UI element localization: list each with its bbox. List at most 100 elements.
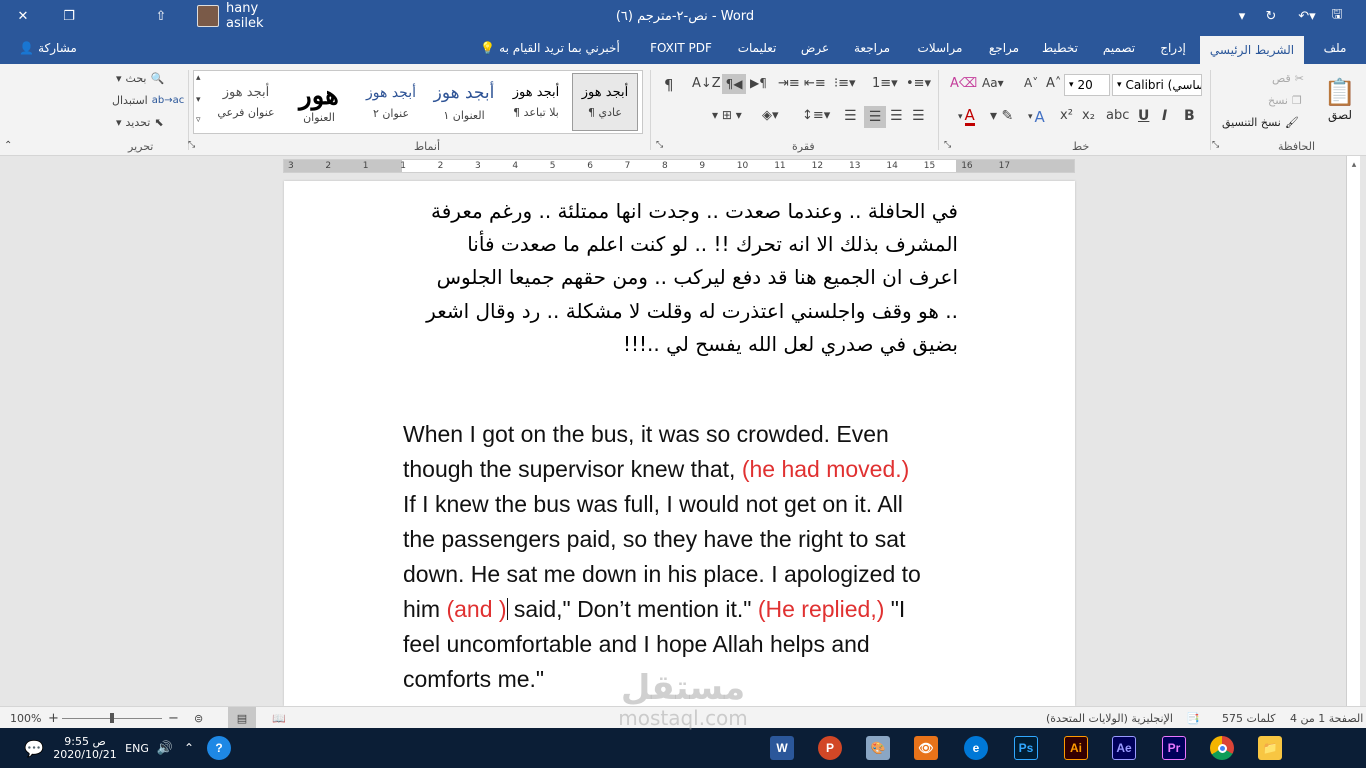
word-count[interactable]: 575 كلمات [1222, 707, 1275, 729]
line-spacing-icon[interactable]: ↕≡▾ [802, 108, 830, 123]
arabic-line-1[interactable]: في الحافلة .. وعندما صعدت .. وجدت انها م… [431, 199, 958, 223]
english-line-4[interactable]: the passengers paid, so they have the ri… [403, 526, 906, 553]
language-status[interactable]: الإنجليزية (الولايات المتحدة) [1046, 707, 1173, 729]
styles-dialog-launcher-icon[interactable]: ⤡ [188, 140, 195, 150]
show-marks-button[interactable]: ¶ [664, 76, 674, 94]
arabic-line-5[interactable]: بضيق في صدري لعل الله يفسح لي ..!!! [623, 332, 958, 356]
increase-indent-icon[interactable]: ⇥≡ [778, 76, 800, 91]
english-line-8[interactable]: comforts me." [403, 666, 544, 693]
zoom-slider[interactable] [62, 707, 162, 729]
save-icon[interactable]: 🖫 [1324, 0, 1350, 32]
italic-button[interactable]: I [1162, 108, 1167, 124]
strikethrough-icon[interactable]: abc [1106, 108, 1129, 123]
tab-mailings[interactable]: مراسلات [908, 32, 972, 64]
superscript-button[interactable]: x² [1060, 108, 1073, 123]
tab-foxit[interactable]: FOXIT PDF [644, 32, 718, 64]
tab-references[interactable]: مراجع [980, 32, 1028, 64]
clipboard-dialog-launcher-icon[interactable]: ⤡ [1212, 140, 1219, 150]
after-effects-app-icon[interactable]: Ae [1108, 732, 1140, 764]
tab-view[interactable]: عرض [794, 32, 836, 64]
sort-icon[interactable]: A↓Z [692, 76, 721, 91]
focus-mode-icon[interactable]: ⊜ [194, 707, 203, 729]
zoom-out-icon[interactable]: − [168, 707, 179, 729]
zoom-level[interactable]: 100% [10, 707, 41, 729]
notification-icon[interactable]: 💬 [20, 732, 48, 764]
bold-button[interactable]: B [1184, 108, 1195, 124]
bullets-icon[interactable]: •≡▾ [906, 76, 931, 91]
scroll-up-icon[interactable]: ▴ [1348, 160, 1360, 172]
highlight-icon[interactable]: ▾ ✎ [990, 108, 1013, 124]
cut-button[interactable]: قص ✂ [1272, 72, 1304, 85]
english-line-5[interactable]: down. He sat me down in his place. I apo… [403, 561, 921, 588]
select-button[interactable]: ▾ تحديد ⬉ [116, 116, 164, 129]
english-line-1[interactable]: When I got on the bus, it was so crowded… [403, 421, 889, 448]
zoom-in-icon[interactable]: + [48, 707, 59, 729]
share-button[interactable]: 👤 مشاركة [8, 32, 88, 64]
underline-button[interactable]: U [1138, 108, 1149, 124]
powerpoint-app-icon[interactable]: P [814, 732, 846, 764]
font-color-button[interactable]: ▾ A [958, 108, 975, 126]
clock[interactable]: 9:55 ص 2020/10/21 [53, 732, 116, 764]
user-name[interactable]: hany asilek [226, 0, 296, 32]
word-app-icon[interactable]: W [766, 732, 798, 764]
tab-design[interactable]: تصميم [1092, 32, 1146, 64]
vertical-ruler[interactable] [1346, 156, 1360, 706]
collapse-ribbon-icon[interactable]: ⌃ [4, 140, 12, 151]
paint-app-icon[interactable]: 🎨 [862, 732, 894, 764]
style-heading2[interactable]: أبجد هوز عنوان ٢ [356, 73, 426, 131]
close-icon[interactable]: ✕ [0, 0, 46, 32]
font-size-select[interactable]: ▾ 20 [1064, 74, 1110, 96]
font-dialog-launcher-icon[interactable]: ⤡ [944, 140, 951, 150]
arabic-line-4[interactable]: .. هو وقف واجلسني اعتذرت له وقلت لا مشكل… [426, 299, 958, 323]
repeat-icon[interactable]: ↻ [1258, 0, 1284, 32]
horizontal-ruler[interactable]: 3 2 1 1 2 3 4 5 6 7 8 9 10 11 12 13 14 15 16 17 [283, 159, 1075, 173]
text-effects-button[interactable]: ▾ A [1028, 108, 1045, 126]
eye-app-icon[interactable]: 👁 [910, 732, 942, 764]
premiere-app-icon[interactable]: Pr [1158, 732, 1190, 764]
rtl-direction-icon[interactable]: ¶◀ [722, 74, 746, 94]
ribbon-display-icon[interactable]: ⇧ [138, 0, 184, 32]
page-number[interactable]: الصفحة 1 من 4 [1290, 707, 1363, 729]
style-subtitle[interactable]: أبجد هوز عنوان فرعي [210, 73, 282, 131]
font-name-select[interactable]: ▾Calibri (أساسي) [1112, 74, 1202, 96]
paragraph-dialog-launcher-icon[interactable]: ⤡ [656, 140, 663, 150]
replace-button[interactable]: استبدال ab→ac [112, 94, 184, 107]
align-center-icon[interactable]: ☰ [890, 108, 903, 124]
find-button[interactable]: ▾ بحث 🔍 [116, 72, 164, 85]
restore-icon[interactable]: ❐ [46, 0, 92, 32]
tab-home[interactable]: الشريط الرئيسي [1200, 36, 1304, 64]
scroll-down-icon[interactable]: ▾ [196, 95, 201, 105]
change-case-button[interactable]: Aa ▾ [982, 76, 1004, 90]
proofing-icon[interactable]: 📑 [1186, 707, 1200, 729]
style-normal[interactable]: أبجد هوز ¶ عادي [572, 73, 638, 131]
chrome-app-icon[interactable] [1206, 732, 1238, 764]
photoshop-app-icon[interactable]: Ps [1010, 732, 1042, 764]
show-hidden-icon[interactable]: ⌃ [178, 732, 200, 764]
borders-icon[interactable]: ▾ ⊞ ▾ [712, 108, 742, 122]
input-language[interactable]: ENG [122, 732, 152, 764]
scroll-up-icon[interactable]: ▴ [196, 73, 201, 83]
justify-icon[interactable]: ☰ [844, 108, 857, 124]
more-styles-icon[interactable]: ▿ [196, 115, 201, 125]
help-icon[interactable]: ? [204, 732, 234, 764]
shrink-font-icon[interactable]: A˅ [1024, 76, 1038, 90]
decrease-indent-icon[interactable]: ⇤≡ [804, 76, 826, 91]
tab-file[interactable]: ملف [1312, 32, 1358, 64]
tab-help[interactable]: تعليمات [728, 32, 786, 64]
format-painter-button[interactable]: نسخ التنسيق 🖌 [1222, 116, 1299, 129]
tab-review[interactable]: مراجعة [844, 32, 900, 64]
align-right-icon[interactable]: ☰ [864, 106, 886, 128]
customize-qat-icon[interactable]: ▾ [1230, 0, 1254, 32]
ltr-direction-icon[interactable]: ▶¶ [750, 76, 767, 90]
shading-icon[interactable]: ◈▾ [762, 108, 779, 123]
undo-icon[interactable]: ↶▾ [1292, 0, 1322, 32]
english-line-3[interactable]: If I knew the bus was full, I would not … [403, 491, 903, 518]
illustrator-app-icon[interactable]: Ai [1060, 732, 1092, 764]
grow-font-button[interactable]: A ˄ [1046, 76, 1061, 91]
english-line-6[interactable]: him (and ) said," Don’t mention it." (He… [403, 596, 905, 623]
clear-formatting-icon[interactable]: A⌫ [950, 76, 977, 91]
numbering-icon[interactable]: 1≡▾ [872, 76, 898, 91]
subscript-button[interactable]: x₂ [1082, 108, 1095, 123]
arabic-line-2[interactable]: المشرف بذلك الا انه تحرك !! .. لو كنت اع… [467, 232, 958, 256]
style-heading1[interactable]: أبجد هوز العنوان ١ [428, 73, 500, 131]
